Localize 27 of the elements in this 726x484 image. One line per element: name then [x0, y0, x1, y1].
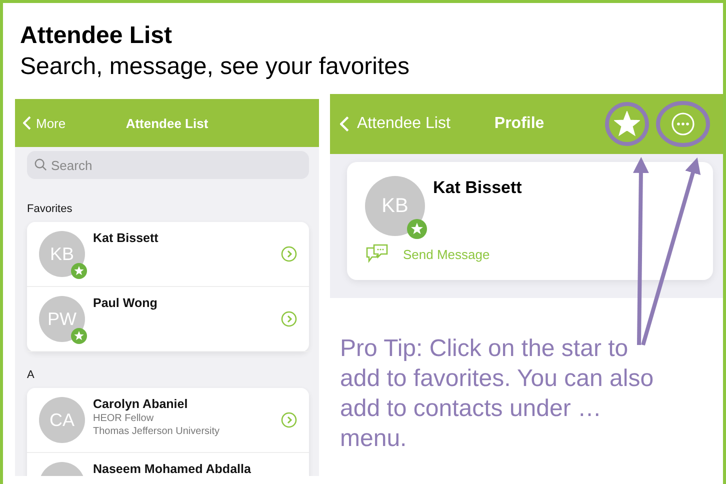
- attendee-name: Carolyn Abaniel: [93, 397, 189, 411]
- chat-bubbles-icon: [365, 244, 389, 264]
- back-chevron-icon: [23, 116, 31, 130]
- screen-title: Profile: [494, 115, 544, 133]
- star-icon[interactable]: [614, 111, 640, 137]
- back-chevron-icon: [340, 116, 349, 132]
- screen-title: Attendee List: [126, 116, 208, 130]
- slide-subtitle: Search, message, see your favorites: [20, 52, 411, 82]
- highlight-circle: [605, 102, 650, 146]
- attendee-name: Paul Wong: [93, 296, 158, 310]
- attendee-row[interactable]: Naseem Mohamed Abdalla: [27, 453, 309, 476]
- attendee-detail: Thomas Jefferson University: [93, 426, 221, 437]
- search-field[interactable]: Search: [27, 151, 309, 179]
- profile-name: Kat Bissett: [433, 178, 522, 198]
- attendee-name: Naseem Mohamed Abdalla: [93, 462, 252, 476]
- search-icon: [34, 158, 47, 171]
- attendee-detail: HEOR Fellow: [93, 413, 155, 424]
- chevron-circle-icon: [281, 412, 297, 428]
- section-heading: Favorites: [27, 203, 74, 215]
- chevron-circle-icon: [281, 311, 297, 327]
- chevron-circle-icon: [281, 246, 297, 262]
- more-icon[interactable]: [671, 112, 696, 136]
- attendee-name: Kat Bissett: [93, 231, 160, 245]
- slide-title: Attendee List: [20, 21, 174, 51]
- section-heading: A: [27, 369, 36, 381]
- pro-tip-text: Pro Tip: Click on the star to add to favorites. You can also add to contacts under … menu.: [340, 334, 655, 454]
- highlight-circle: [656, 101, 710, 147]
